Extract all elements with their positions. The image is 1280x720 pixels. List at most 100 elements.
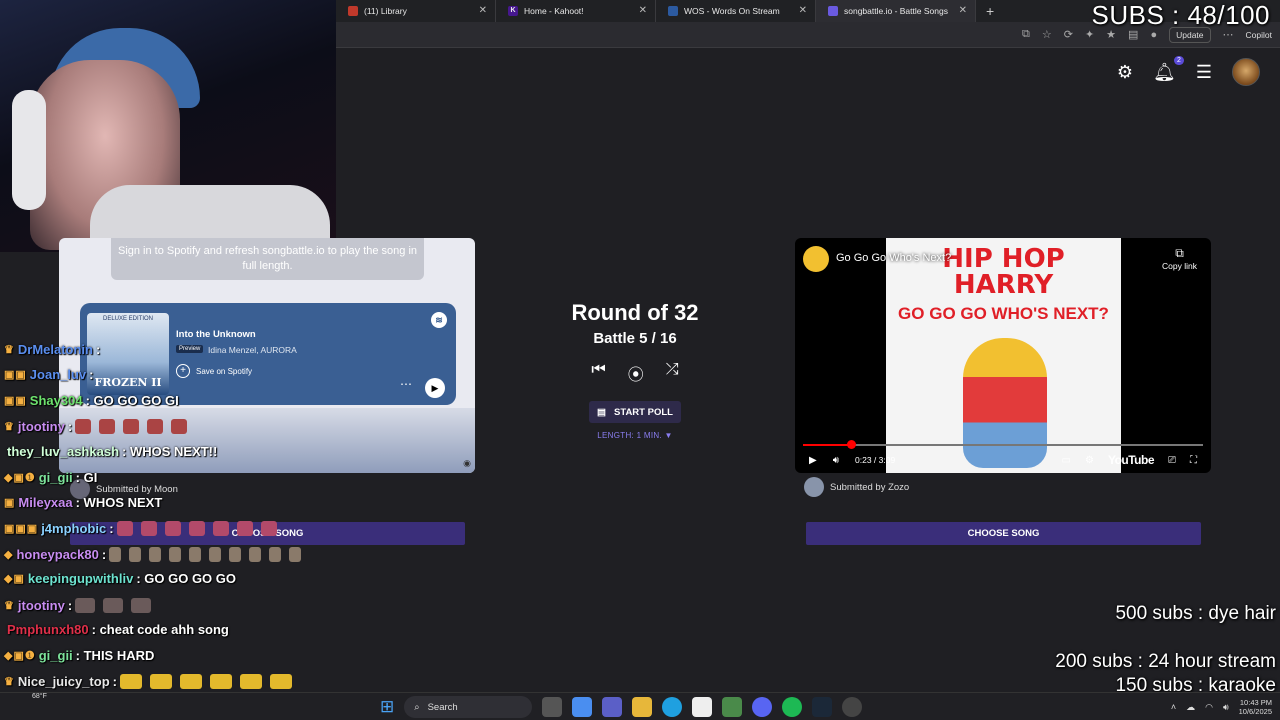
battle-panel: Round of 32 Battle 5 / 16 ⏮ ⦿ ⤮ ▤ START … xyxy=(555,300,715,440)
chat-message: ▣▣ Shay304 : GO GO GO GI xyxy=(4,393,179,408)
video-time: 0:23 / 3:09 xyxy=(855,455,896,465)
chat-message: ♛ DrMelatonin : xyxy=(4,342,101,357)
save-on-spotify-button[interactable]: + Save on Spotify xyxy=(176,364,252,378)
cloud-icon[interactable]: ☁ xyxy=(1186,702,1195,713)
choose-song-button-right[interactable]: CHOOSE SONG xyxy=(806,522,1201,545)
tab-kahoot[interactable]: K Home - Kahoot! ✕ xyxy=(496,0,656,22)
subs-counter: SUBS : 48/100 xyxy=(1091,0,1270,30)
close-icon[interactable]: ✕ xyxy=(959,5,967,16)
left-song-card: Sign in to Spotify and refresh songbattl… xyxy=(59,238,475,473)
video-title[interactable]: Go Go Go Who's Next? xyxy=(836,252,951,264)
song-title[interactable]: Into the Unknown xyxy=(176,329,256,340)
copy-link-button[interactable]: ⧉ Copy link xyxy=(1162,246,1197,271)
cast-icon[interactable]: ⎚ xyxy=(1168,455,1176,466)
chat-emotes xyxy=(75,418,195,435)
game-icon[interactable] xyxy=(722,697,743,717)
weather-widget[interactable]: 68°F xyxy=(32,693,47,700)
shuffle-icon[interactable]: ⤮ xyxy=(666,361,679,385)
windows-taskbar: 68°F ⊞ ⌕ Search ˄ ☁ ◠ 🔊︎ 10:43 PM 10/6/2… xyxy=(0,692,1280,720)
favorite-icon[interactable]: ☆ xyxy=(1042,28,1052,41)
teams-icon[interactable] xyxy=(602,697,623,717)
windows-start-icon[interactable]: ⊞ xyxy=(380,697,394,717)
video-progress-fill xyxy=(803,444,851,446)
chat-message: ▣▣ Joan_luv : xyxy=(4,367,94,382)
app-available-icon[interactable]: ⧉ xyxy=(1022,28,1030,41)
length-dropdown[interactable]: LENGTH: 1 MIN. ▼ xyxy=(555,431,715,440)
chat-message: Pmphunxh80 : cheat code ahh song xyxy=(7,622,229,637)
kahoot-icon: K xyxy=(508,6,518,16)
steam-icon[interactable] xyxy=(812,697,833,717)
webcam-feed xyxy=(0,0,336,252)
obs-icon[interactable] xyxy=(842,697,863,717)
play-icon[interactable]: ▶ xyxy=(425,378,445,398)
circle-red-icon xyxy=(348,6,358,16)
file-explorer-icon[interactable] xyxy=(632,697,653,717)
video-controls: ▶ 🔊︎ 0:23 / 3:09 ▭ ⚙ YouTube ⎚ ⛶ xyxy=(795,447,1211,473)
chat-emotes xyxy=(109,546,309,563)
youtube-logo[interactable]: YouTube xyxy=(1108,453,1155,467)
chat-message: they_luv_ashkash : WHOS NEXT!! xyxy=(7,444,218,459)
chevron-up-icon[interactable]: ˄ xyxy=(1171,702,1176,712)
wifi-icon[interactable]: ◠ xyxy=(1205,702,1213,713)
volume-icon[interactable]: 🔊︎ xyxy=(1223,702,1229,713)
volume-icon[interactable]: 🔊︎ xyxy=(833,455,839,466)
chat-message: ♛ Nice_juicy_top : xyxy=(4,673,300,690)
chat-emotes xyxy=(116,520,285,537)
bell-icon[interactable]: 🔔︎ 2 xyxy=(1153,55,1184,83)
fullscreen-icon[interactable]: ⛶ xyxy=(1190,455,1197,466)
goal-24-hour-stream: 200 subs : 24 hour stream xyxy=(1055,651,1276,672)
edge-icon[interactable] xyxy=(662,697,683,717)
chat-message: ♛ jtootiny : xyxy=(4,418,195,435)
chat-message: ▣▣▣ j4mphobic : xyxy=(4,520,285,537)
thumbnail-subtitle: GO GO GO WHO'S NEXT? xyxy=(898,304,1109,323)
copy-icon: ⧉ xyxy=(1175,246,1184,260)
tab-songbattle[interactable]: songbattle.io - Battle Songs ✕ xyxy=(816,0,976,22)
eye-off-icon[interactable]: ◉ xyxy=(463,458,471,469)
chat-message: ◆▣ keepingupwithliv : GO GO GO GO xyxy=(4,571,236,586)
settings-icon[interactable]: ⚙ xyxy=(1085,455,1094,466)
spotify-embed: DELUXE EDITION FROZEN II Into the Unknow… xyxy=(80,303,456,405)
close-icon[interactable]: ✕ xyxy=(639,5,647,16)
close-icon[interactable]: ✕ xyxy=(799,5,807,16)
discord-icon[interactable] xyxy=(752,697,773,717)
submitter-avatar xyxy=(804,477,824,497)
tab-wos[interactable]: WOS - Words On Stream ✕ xyxy=(656,0,816,22)
more-options-icon[interactable]: ⋯ xyxy=(400,377,412,391)
taskbar-search[interactable]: ⌕ Search xyxy=(404,696,533,718)
wos-icon xyxy=(668,6,678,16)
gear-icon[interactable]: ⚙ xyxy=(1117,62,1133,83)
store-icon[interactable] xyxy=(692,697,713,717)
copilot-button[interactable]: Copilot xyxy=(1246,30,1272,40)
tab-library[interactable]: (11) Library ✕ xyxy=(336,0,496,22)
play-icon[interactable]: ▶ xyxy=(809,455,817,466)
song-artist[interactable]: Idina Menzel, AURORA xyxy=(208,345,297,355)
task-view-icon[interactable] xyxy=(542,697,563,717)
vote-icon[interactable]: ⦿ xyxy=(628,361,644,385)
clock[interactable]: 10:43 PM 10/6/2025 xyxy=(1239,698,1272,716)
captions-icon[interactable]: ▭ xyxy=(1062,455,1071,466)
battle-controls: ⏮ ⦿ ⤮ xyxy=(555,361,715,385)
site-header-icons: ⚙ 🔔︎ 2 ☰ xyxy=(1117,55,1260,86)
menu-icon[interactable]: ☰ xyxy=(1196,62,1212,83)
webcam-microphone xyxy=(12,90,46,210)
start-poll-button[interactable]: ▤ START POLL xyxy=(589,401,681,423)
channel-avatar[interactable] xyxy=(803,246,829,272)
video-progress-bar[interactable] xyxy=(803,440,1203,449)
new-tab-icon[interactable]: + xyxy=(986,3,994,19)
spotify-icon[interactable]: ≋ xyxy=(431,312,447,328)
round-title: Round of 32 xyxy=(571,300,699,325)
chat-message: ♛ jtootiny : xyxy=(4,597,159,614)
songbattle-icon xyxy=(828,6,838,16)
screen: (11) Library ✕ K Home - Kahoot! ✕ WOS - … xyxy=(0,0,1280,720)
skip-back-icon[interactable]: ⏮ xyxy=(591,361,605,385)
chat-message: ◆ honeypack80 : xyxy=(4,546,309,563)
user-avatar[interactable] xyxy=(1232,58,1260,86)
notification-badge: 2 xyxy=(1173,55,1184,65)
poll-icon: ▤ xyxy=(597,406,607,418)
close-icon[interactable]: ✕ xyxy=(479,5,487,16)
refresh-icon[interactable]: ⟳ xyxy=(1064,28,1073,41)
spotify-icon[interactable] xyxy=(782,697,803,717)
chat-message: ◆▣❶ gi_gii : GI xyxy=(4,470,98,485)
copilot-icon[interactable] xyxy=(572,697,593,717)
youtube-player[interactable]: HIP HOP HARRY GO GO GO WHO'S NEXT? Go Go… xyxy=(795,238,1211,473)
